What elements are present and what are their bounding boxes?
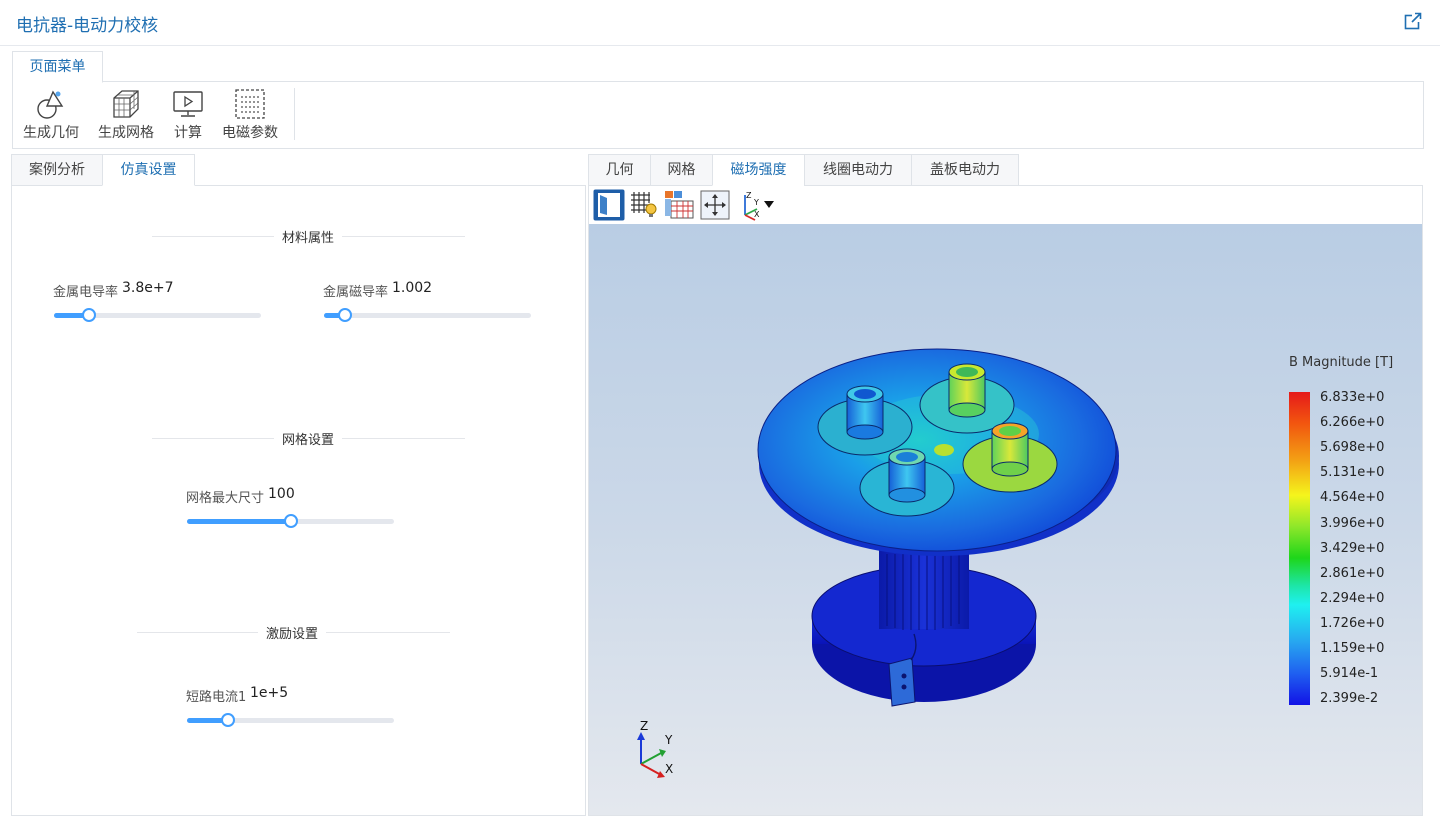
param-value-short-circuit-current: 1e+5	[250, 685, 289, 701]
legend-tick-label: 3.996e+0	[1320, 515, 1385, 531]
param-label-short-circuit-current: 短路电流1	[186, 690, 247, 705]
menu-tabbar: 页面菜单	[12, 51, 1424, 83]
parameter-grid-icon	[235, 89, 265, 119]
geometry-icon	[37, 90, 64, 119]
permeability-slider[interactable]	[324, 308, 531, 322]
mesh-light-icon[interactable]	[628, 189, 660, 221]
generate-mesh-label: 生成网格	[98, 125, 154, 141]
fit-view-icon[interactable]	[699, 189, 731, 221]
simulation-settings-panel: 材料属性 金属电导率 3.8e+7 金属磁导率 1.002 网格设置 网格最大尺…	[11, 186, 586, 816]
axes-orientation-icon[interactable]: Z Y X	[735, 189, 775, 221]
legend-tick-label: 5.914e-1	[1320, 666, 1379, 682]
slider-thumb[interactable]	[283, 514, 298, 528]
em-parameters-label: 电磁参数	[222, 125, 278, 141]
current-slider[interactable]	[187, 713, 394, 727]
slider-thumb[interactable]	[82, 308, 97, 322]
section-title-material: 材料属性	[274, 227, 343, 246]
svg-text:Z: Z	[746, 191, 752, 200]
legend-tick-label: 6.833e+0	[1320, 390, 1385, 405]
mesh-size-slider[interactable]	[187, 514, 394, 528]
axis-y-label: Y	[665, 733, 673, 747]
axis-z-label: Z	[640, 719, 649, 733]
tab-cover-force[interactable]: 盖板电动力	[911, 154, 1019, 186]
compute-button[interactable]: 计算	[171, 88, 205, 142]
view-panel-icon[interactable]	[593, 189, 625, 221]
slider-thumb[interactable]	[337, 308, 352, 322]
toolbar-divider	[294, 88, 295, 140]
tab-page-menu[interactable]: 页面菜单	[12, 51, 103, 83]
slider-fill	[187, 519, 291, 524]
tab-magnetic-field[interactable]: 磁场强度	[712, 154, 805, 186]
viewer-toolbar: Z Y X	[588, 186, 1423, 224]
generate-geometry-label: 生成几何	[23, 125, 79, 141]
section-title-mesh: 网格设置	[274, 429, 343, 448]
ribbon-toolbar: 生成几何 生成网格 计算 电磁参数	[12, 82, 1424, 149]
legend-tick-label: 3.429e+0	[1320, 540, 1385, 556]
color-scale-bar	[1289, 392, 1310, 705]
3d-viewport[interactable]: Z Y X B Magnitude [T] 6.833e+0 6.266e+0 5.…	[588, 224, 1423, 816]
tab-case-analysis[interactable]: 案例分析	[11, 154, 103, 186]
legend-tick-label: 4.564e+0	[1320, 490, 1385, 506]
tab-coil-force[interactable]: 线圈电动力	[804, 154, 912, 186]
axis-x-label: X	[665, 762, 674, 776]
legend-tick-label: 1.159e+0	[1320, 641, 1385, 656]
result-tabbar: 几何 网格 磁场强度 线圈电动力 盖板电动力	[588, 154, 1423, 186]
param-label-permeability: 金属磁导率	[323, 285, 389, 300]
legend-title: B Magnitude [T]	[1289, 355, 1394, 370]
conductivity-slider[interactable]	[54, 308, 261, 322]
tab-mesh[interactable]: 网格	[650, 154, 713, 186]
legend-tick-label: 2.861e+0	[1320, 565, 1385, 581]
em-parameters-button[interactable]: 电磁参数	[219, 88, 281, 142]
param-value-permeability: 1.002	[392, 280, 433, 296]
param-value-mesh-max-size: 100	[268, 486, 295, 502]
table-grid-icon[interactable]	[663, 189, 695, 221]
param-value-conductivity: 3.8e+7	[122, 280, 174, 296]
param-label-mesh-max-size: 网格最大尺寸	[186, 491, 265, 506]
generate-geometry-button[interactable]: 生成几何	[20, 88, 82, 142]
legend-tick-label: 1.726e+0	[1320, 615, 1385, 631]
tab-simulation-settings[interactable]: 仿真设置	[102, 154, 195, 186]
compute-label: 计算	[174, 125, 202, 141]
external-link-icon[interactable]	[1404, 12, 1422, 30]
slider-thumb[interactable]	[221, 713, 236, 727]
page-title: 电抗器-电动力校核	[16, 16, 159, 36]
tab-geometry[interactable]: 几何	[588, 154, 651, 186]
svg-text:X: X	[754, 210, 760, 219]
mesh-cube-icon	[113, 90, 139, 118]
param-label-conductivity: 金属电导率	[53, 285, 119, 300]
left-tabbar: 案例分析 仿真设置	[11, 154, 586, 186]
monitor-play-icon	[173, 91, 203, 117]
legend-tick-label: 5.131e+0	[1320, 465, 1385, 481]
section-title-excitation: 激励设置	[258, 623, 327, 642]
legend-tick-label: 2.399e-2	[1320, 691, 1379, 707]
svg-text:Y: Y	[753, 198, 759, 207]
title-bar: 电抗器-电动力校核	[0, 0, 1440, 46]
generate-mesh-button[interactable]: 生成网格	[95, 88, 157, 142]
legend-tick-label: 5.698e+0	[1320, 440, 1385, 456]
legend-tick-label: 6.266e+0	[1320, 415, 1385, 431]
legend-tick-label: 2.294e+0	[1320, 590, 1385, 606]
